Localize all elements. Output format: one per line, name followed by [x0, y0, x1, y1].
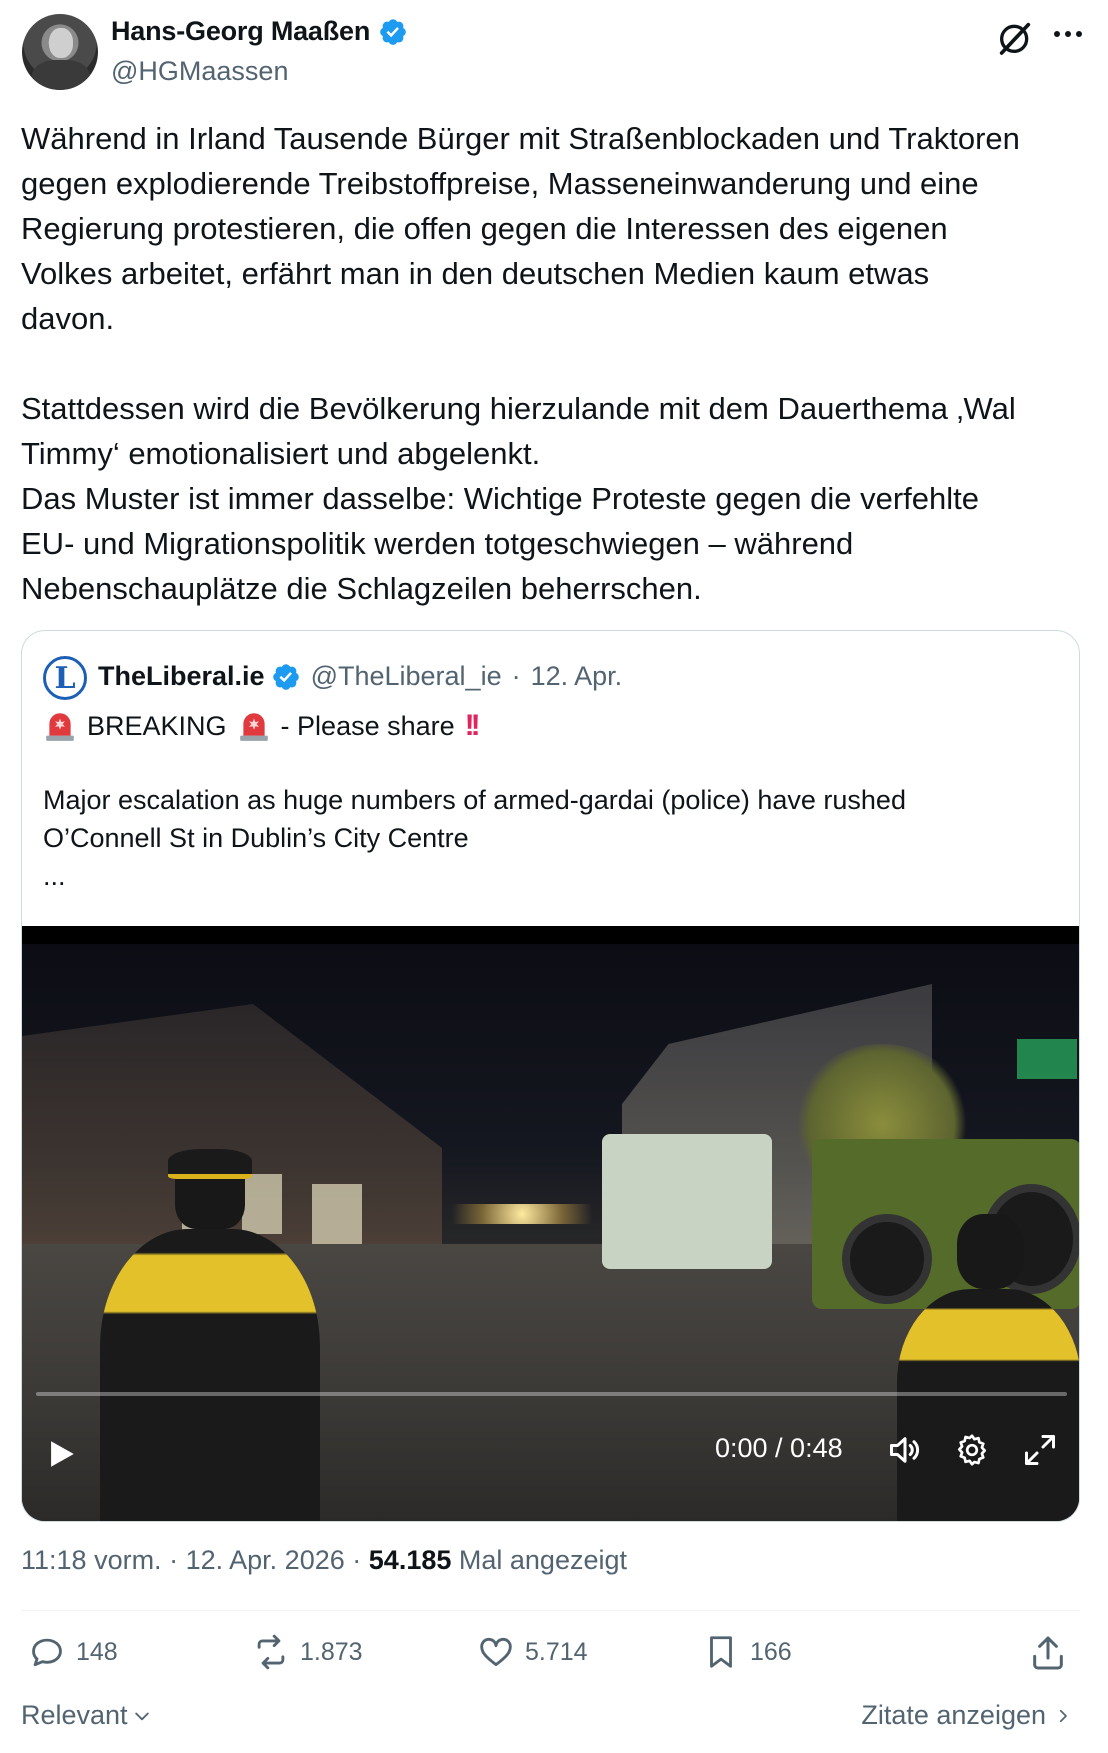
tweet-text: Während in Irland Tausende Bürger mit St…: [21, 116, 1091, 611]
quoted-verified-badge-icon: [272, 663, 299, 690]
please-share-label: - Please share: [280, 710, 455, 741]
share-icon[interactable]: [1028, 1633, 1068, 1673]
divider: [21, 1610, 1080, 1611]
verified-badge-icon: [380, 18, 406, 45]
repost-button[interactable]: 1.873: [252, 1633, 363, 1671]
author-display-name[interactable]: Hans-Georg Maaßen: [111, 16, 370, 47]
play-icon[interactable]: [44, 1436, 78, 1472]
view-quotes-label: Zitate anzeigen: [861, 1700, 1046, 1730]
quoted-author-name[interactable]: TheLiberal.ie: [98, 661, 265, 692]
video-time: 0:00 / 0:48: [715, 1433, 843, 1463]
video-progress-bar[interactable]: [36, 1392, 1067, 1396]
breaking-label: BREAKING: [87, 710, 227, 741]
quoted-tweet-text: Major escalation as huge numbers of arme…: [43, 785, 906, 853]
quoted-author-avatar[interactable]: L: [43, 656, 87, 700]
grok-icon[interactable]: [995, 18, 1035, 58]
quoted-author-row: TheLiberal.ie @TheLiberal_ie · 12. Apr.: [98, 661, 622, 692]
action-bar: 148 1.873 5.714 166: [0, 1633, 1108, 1683]
video-officer-left: [80, 1149, 340, 1521]
police-light-icon: [46, 713, 74, 741]
chevron-down-icon: [134, 1712, 149, 1720]
quoted-separator: ·: [511, 661, 521, 691]
reply-icon: [32, 1638, 62, 1667]
double-exclamation-icon: !!: [464, 709, 481, 742]
tweet-paragraph-2: Stattdessen wird die Bevölkerung hierzul…: [21, 391, 1016, 606]
quoted-handle[interactable]: @TheLiberal_ie: [311, 661, 502, 692]
view-count-label: Mal angezeigt: [458, 1545, 627, 1575]
more-options-icon[interactable]: [1048, 20, 1088, 48]
meta-separator-2: ·: [352, 1545, 362, 1575]
author-name-row: Hans-Georg Maaßen: [111, 16, 408, 47]
author-handle[interactable]: @HGMaassen: [111, 56, 288, 87]
quoted-tweet-card[interactable]: L TheLiberal.ie @TheLiberal_ie · 12. Apr…: [21, 630, 1080, 1522]
tweet-detail: Hans-Georg Maaßen @HGMaassen Während in …: [0, 0, 1108, 1753]
quoted-breaking-line: BREAKING - Please share !!: [43, 709, 481, 743]
quoted-date[interactable]: 12. Apr.: [531, 661, 623, 692]
video-player[interactable]: 0:00 / 0:48: [22, 926, 1079, 1521]
chevron-right-icon: [1059, 1709, 1067, 1722]
avatar-face: [49, 28, 73, 58]
tweet-paragraph-1: Während in Irland Tausende Bürger mit St…: [21, 121, 1020, 336]
tweet-meta: 11:18 vorm. · 12. Apr. 2026 · 54.185 Mal…: [21, 1545, 627, 1576]
like-count: 5.714: [525, 1637, 588, 1666]
view-count: 54.185: [368, 1545, 452, 1575]
tweet-time[interactable]: 11:18 vorm.: [21, 1545, 162, 1575]
video-green-sign: [1017, 1039, 1077, 1079]
fullscreen-icon[interactable]: [1022, 1432, 1058, 1468]
like-button[interactable]: 5.714: [477, 1633, 588, 1671]
video-officer-right: [897, 1214, 1079, 1521]
meta-separator-1: ·: [169, 1545, 179, 1575]
reply-button[interactable]: 148: [28, 1633, 118, 1671]
reply-sort-dropdown[interactable]: Relevant: [21, 1700, 152, 1731]
author-avatar[interactable]: [22, 14, 98, 90]
volume-muted-icon[interactable]: [886, 1432, 924, 1468]
bookmark-icon: [710, 1636, 732, 1668]
bookmark-count: 166: [750, 1637, 792, 1666]
heart-icon: [480, 1637, 512, 1667]
reply-count: 148: [76, 1637, 118, 1666]
video-street-lights: [422, 1204, 622, 1224]
tweet-date[interactable]: 12. Apr. 2026: [186, 1545, 345, 1575]
video-truck: [602, 1134, 772, 1269]
view-quotes-link[interactable]: Zitate anzeigen: [861, 1700, 1072, 1731]
quoted-tweet-ellipsis[interactable]: ...: [43, 857, 66, 895]
repost-count: 1.873: [300, 1637, 363, 1666]
repost-icon: [257, 1634, 285, 1670]
bookmark-button[interactable]: 166: [702, 1633, 792, 1671]
reply-sort-label: Relevant: [21, 1700, 128, 1730]
settings-gear-icon[interactable]: [954, 1432, 990, 1468]
police-light-icon-2: [239, 713, 268, 741]
avatar-suit: [32, 60, 90, 90]
